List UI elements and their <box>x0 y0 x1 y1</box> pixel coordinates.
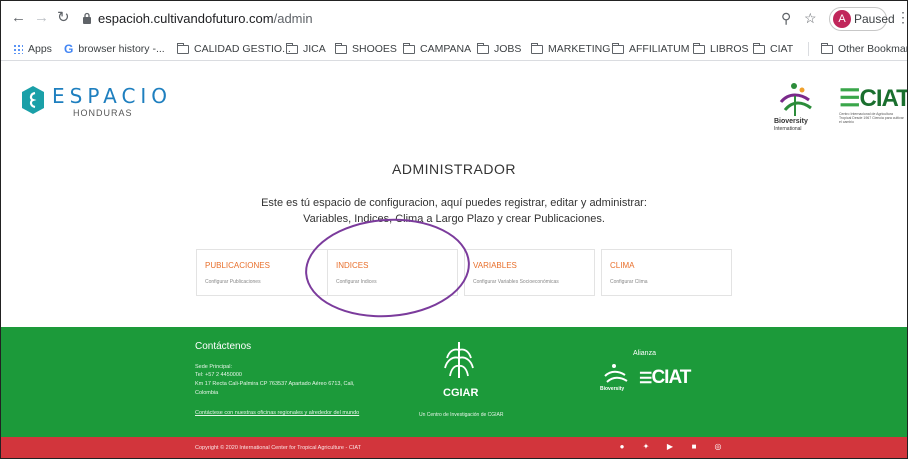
twitter-icon[interactable]: ✦ <box>641 442 651 452</box>
alliance-ciat[interactable]: ☰CIAT <box>639 367 691 389</box>
lock-icon[interactable] <box>82 12 92 24</box>
bookmark-ciat[interactable]: CIAT <box>753 41 793 57</box>
bookmark-label: JICA <box>303 43 326 55</box>
ciat-logo[interactable]: ☰CIAT <box>839 84 908 113</box>
url-host: espacioh.cultivandofuturo.com <box>98 11 274 26</box>
address-line: Sede Principal: <box>195 364 232 370</box>
alliance-ciat-name: CIAT <box>651 367 691 388</box>
folder-icon <box>753 42 765 54</box>
zoom-icon[interactable]: ⚲ <box>781 10 791 27</box>
cgiar-name: CGIAR <box>443 387 479 399</box>
bookmark-apps[interactable]: Apps <box>13 41 52 57</box>
bookmark-browser-history[interactable]: Gbrowser history -... <box>64 41 165 57</box>
folder-icon <box>821 42 833 54</box>
folder-icon <box>693 42 705 54</box>
bookmark-jica[interactable]: JICA <box>286 41 326 57</box>
folder-icon <box>612 42 624 54</box>
alliance-bioversity: Bioversity <box>600 386 625 392</box>
page-title: ADMINISTRADOR <box>392 161 516 177</box>
ciat-subtitle: Centro Internacional de Agricultura Trop… <box>839 112 904 124</box>
ciat-name: CIAT <box>859 85 908 112</box>
address-line: Colombia <box>195 390 219 396</box>
bookmark-label: JOBS <box>494 43 522 55</box>
card-subtitle: Configurar Publicaciones <box>205 279 261 285</box>
card-variables[interactable]: VARIABLES Configurar Variables Socioecon… <box>464 249 595 296</box>
bookmark-affiliatum[interactable]: AFFILIATUM <box>612 41 689 57</box>
bookmark-label: CALIDAD GESTIO... <box>194 43 291 55</box>
folder-icon <box>335 42 347 54</box>
card-subtitle: Configurar Clima <box>610 279 648 285</box>
avatar: A <box>833 10 851 28</box>
copyright-text: Copyright © 2020 International Center fo… <box>195 445 361 451</box>
profile-button[interactable]: A Paused <box>829 7 895 31</box>
bookmark-label: LIBROS <box>710 43 749 55</box>
description-line-2: Variables, Indices, Clima a Largo Plazo … <box>303 213 605 225</box>
facebook-icon[interactable]: ● <box>617 442 627 452</box>
bookmarks-bar: Apps Gbrowser history -... CALIDAD GESTI… <box>1 37 907 61</box>
google-icon: G <box>64 42 74 56</box>
folder-icon <box>286 42 298 54</box>
profile-status: Paused <box>854 12 895 26</box>
browser-toolbar: ← → ↻ espacioh.cultivandofuturo.com/admi… <box>1 1 907 37</box>
bookmark-libros[interactable]: LIBROS <box>693 41 749 57</box>
brand-subtitle: HONDURAS <box>73 108 133 118</box>
url-path: /admin <box>273 11 313 26</box>
site-header: ESPACIO HONDURAS Bioversity Internationa… <box>1 62 907 132</box>
card-title: PUBLICACIONES <box>205 261 270 270</box>
bookmark-jobs[interactable]: JOBS <box>477 41 521 57</box>
cgiar-logo-icon[interactable] <box>441 340 477 380</box>
address-line: Km 17 Recta Cali-Palmira CP 763537 Apart… <box>195 381 355 387</box>
back-arrow-icon[interactable]: ← <box>11 10 26 26</box>
reload-icon[interactable]: ↻ <box>57 10 70 26</box>
apps-grid-icon <box>13 44 23 54</box>
site-footer: Contáctenos Sede Principal: Tel: +57 2 4… <box>1 327 907 437</box>
bioversity-name: Bioversity <box>774 118 808 125</box>
bookmark-campana[interactable]: CAMPANA <box>403 41 471 57</box>
bookmarks-divider <box>808 42 809 56</box>
youtube-icon[interactable]: ▶ <box>665 442 675 452</box>
espacio-logo-icon[interactable] <box>21 85 45 115</box>
cgiar-subtitle: Un Centro de Investigación de CGIAR <box>419 412 504 418</box>
folder-icon <box>177 42 189 54</box>
card-subtitle: Configurar Variables Socioeconómicas <box>473 279 559 285</box>
folder-icon <box>477 42 489 54</box>
bookmark-label: browser history -... <box>78 43 165 55</box>
star-icon[interactable]: ☆ <box>804 10 817 27</box>
brand-name[interactable]: ESPACIO <box>52 84 172 108</box>
bioversity-label: Bioversity International <box>774 118 808 132</box>
folder-icon <box>531 42 543 54</box>
bookmark-label: Other Bookmarks <box>838 43 907 55</box>
folder-icon <box>403 42 415 54</box>
copyright-bar: Copyright © 2020 International Center fo… <box>1 437 907 458</box>
bookmark-label: Apps <box>28 43 52 55</box>
bookmark-label: CIAT <box>770 43 794 55</box>
description-line-1: Este es tú espacio de configuracion, aqu… <box>261 197 647 209</box>
bookmark-marketing[interactable]: MARKETING <box>531 41 610 57</box>
alliance-label: Alianza <box>633 350 656 357</box>
forward-arrow-icon[interactable]: → <box>34 10 49 26</box>
instagram-icon[interactable]: ◎ <box>713 442 723 452</box>
bookmark-label: MARKETING <box>548 43 611 55</box>
kebab-menu-icon[interactable]: ⋮ <box>896 9 907 26</box>
ciat-leaf-icon: ☰ <box>639 370 652 387</box>
address-bar[interactable]: espacioh.cultivandofuturo.com/admin <box>98 11 313 26</box>
offices-link[interactable]: Contáctese con nuestras oficinas regiona… <box>195 410 359 416</box>
admin-main: ADMINISTRADOR Este es tú espacio de conf… <box>1 132 907 327</box>
bookmark-calidad[interactable]: CALIDAD GESTIO... <box>177 41 291 57</box>
card-title: VARIABLES <box>473 261 517 270</box>
browser-window: ← → ↻ espacioh.cultivandofuturo.com/admi… <box>0 0 908 459</box>
bookmark-label: SHOOES <box>352 43 397 55</box>
bookmark-label: AFFILIATUM <box>629 43 690 55</box>
bookmark-other[interactable]: Other Bookmarks <box>821 41 907 57</box>
contact-title: Contáctenos <box>195 341 252 352</box>
bookmark-shooes[interactable]: SHOOES <box>335 41 397 57</box>
bookmark-label: CAMPANA <box>420 43 472 55</box>
linkedin-icon[interactable]: ■ <box>689 442 699 452</box>
ciat-leaf-icon: ☰ <box>839 85 860 112</box>
address-line: Tel: +57 2 4450000 <box>195 372 242 378</box>
card-title: CLIMA <box>610 261 635 270</box>
card-clima[interactable]: CLIMA Configurar Clima <box>601 249 732 296</box>
